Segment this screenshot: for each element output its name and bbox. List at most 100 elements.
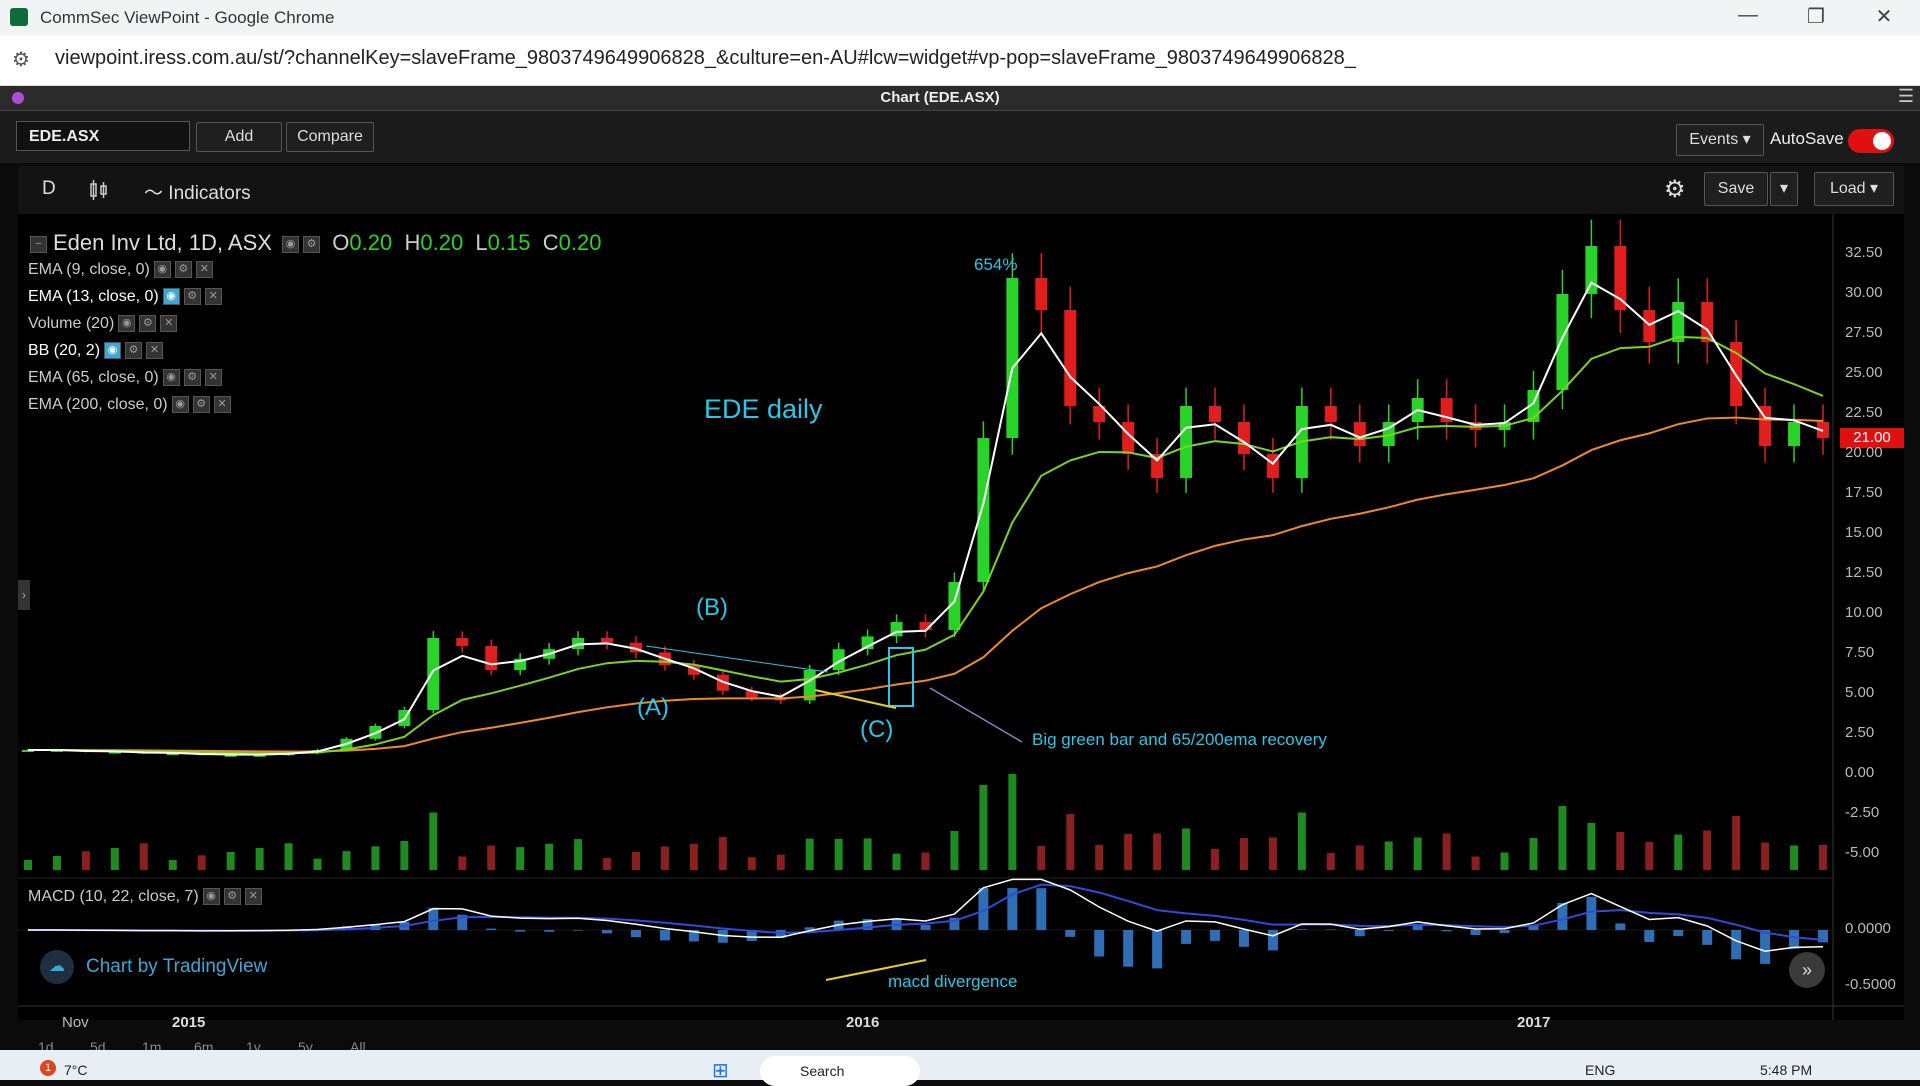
wave-a-label: (A) [637, 694, 669, 722]
volume-bar [1443, 834, 1451, 871]
app-header: Chart (EDE.ASX) ☰ [0, 86, 1920, 111]
macd-tick: -0.5000 [1845, 976, 1896, 993]
legend-eye-icon[interactable]: ◉ [282, 236, 299, 253]
symbol-input[interactable]: EDE.ASX [16, 121, 190, 151]
indicator-ema200[interactable]: EMA (200, close, 0)◉⚙✕ [28, 396, 231, 414]
language-indicator[interactable]: ENG [1585, 1062, 1615, 1078]
candle-style-icon[interactable] [88, 178, 110, 208]
indicator-macd[interactable]: MACD (10, 22, close, 7)◉⚙✕ [28, 888, 262, 906]
weather-widget[interactable]: 7°C [64, 1062, 88, 1078]
price-chart-svg[interactable] [18, 214, 1904, 1020]
close-icon[interactable]: ✕ [160, 315, 177, 332]
taskbar-search[interactable]: Search [760, 1056, 920, 1086]
site-settings-icon[interactable]: ⚙ [12, 47, 30, 72]
volume-bar [922, 853, 930, 871]
close-icon[interactable]: ✕ [205, 369, 222, 386]
y-tick-label: 12.50 [1845, 564, 1883, 581]
close-icon[interactable]: ✕ [196, 261, 213, 278]
indicator-label: MACD (10, 22, close, 7) [28, 888, 199, 905]
indicator-ema65[interactable]: EMA (65, close, 0)◉⚙✕ [28, 369, 222, 387]
eye-icon[interactable]: ◉ [163, 369, 180, 386]
indicator-label: BB (20, 2) [28, 342, 100, 359]
gear-icon[interactable]: ⚙ [224, 888, 241, 905]
percent-annotation: 654% [974, 255, 1017, 275]
volume-bar [1124, 834, 1132, 870]
gear-icon[interactable]: ⚙ [184, 369, 201, 386]
y-tick-label: 22.50 [1845, 404, 1883, 421]
close-icon[interactable]: ✕ [245, 888, 262, 905]
events-dropdown[interactable]: Events ▾ [1676, 124, 1764, 156]
indicators-button[interactable]: 〜 Indicators [144, 178, 251, 205]
eye-icon[interactable]: ◉ [172, 396, 189, 413]
volume-bar [1211, 849, 1219, 870]
save-options-button[interactable]: ▾ [1770, 172, 1798, 206]
macd-histogram-bar [573, 930, 583, 931]
volume-bar [893, 854, 901, 870]
minimize-button[interactable]: — [1728, 4, 1768, 27]
chart-toolbar: D 〜 Indicators ⚙ Save ▾ Load ▾ [18, 166, 1904, 215]
macd-divergence-annotation: macd divergence [888, 972, 1017, 992]
save-button[interactable]: Save [1704, 172, 1768, 206]
low-value: 0.15 [488, 230, 531, 255]
taskbar-clock[interactable]: 5:48 PM [1760, 1062, 1812, 1078]
settings-gear-icon[interactable]: ⚙ [1664, 175, 1686, 204]
volume-bar [1674, 835, 1682, 871]
macd-signal-line [28, 885, 1823, 940]
wave-trendline [646, 646, 828, 672]
volume-bar [1819, 845, 1827, 870]
gear-icon[interactable]: ⚙ [125, 342, 142, 359]
collapse-legend-icon[interactable]: − [30, 236, 47, 253]
legend-gear-icon[interactable]: ⚙ [303, 236, 320, 253]
candle-body [1643, 310, 1655, 342]
volume-bar [458, 857, 466, 871]
add-button[interactable]: Add [196, 122, 282, 152]
hamburger-menu-icon[interactable]: ☰ [1898, 86, 1914, 107]
eye-icon[interactable]: ◉ [203, 888, 220, 905]
indicator-volume[interactable]: Volume (20)◉⚙✕ [28, 315, 177, 333]
gear-icon[interactable]: ⚙ [193, 396, 210, 413]
volume-bar [1414, 838, 1422, 871]
x-tick-label: Nov [62, 1014, 89, 1031]
wave-c-trendline [815, 690, 896, 708]
gear-icon[interactable]: ⚙ [184, 288, 201, 305]
autosave-toggle[interactable] [1848, 129, 1894, 153]
macd-histogram-bar [660, 930, 670, 940]
candle-body [1788, 422, 1800, 446]
indicator-ema9[interactable]: EMA (9, close, 0)◉⚙✕ [28, 261, 213, 279]
volume-bar [1472, 857, 1480, 871]
side-panel-handle[interactable]: › [18, 580, 30, 610]
close-icon[interactable]: ✕ [146, 342, 163, 359]
indicator-bb[interactable]: BB (20, 2)◉⚙✕ [28, 342, 163, 360]
compare-button[interactable]: Compare [286, 122, 374, 152]
volume-bar [1732, 816, 1740, 870]
close-icon[interactable]: ✕ [205, 288, 222, 305]
eye-icon[interactable]: ◉ [104, 342, 121, 359]
address-bar: ⚙ viewpoint.iress.com.au/st/?channelKey=… [0, 35, 1920, 86]
scroll-to-latest-button[interactable]: » [1789, 952, 1825, 988]
interval-button[interactable]: D [42, 178, 56, 200]
restore-button[interactable]: ❐ [1796, 4, 1836, 29]
y-tick-label: 25.00 [1845, 364, 1883, 381]
eye-icon[interactable]: ◉ [163, 288, 180, 305]
annotation-arrow [930, 688, 1022, 742]
gear-icon[interactable]: ⚙ [175, 261, 192, 278]
chart-window-title: Chart (EDE.ASX) [0, 89, 1880, 106]
gear-icon[interactable]: ⚙ [139, 315, 156, 332]
macd-histogram-bar [921, 925, 931, 930]
indicator-ema13[interactable]: EMA (13, close, 0)◉⚙✕ [28, 288, 222, 306]
volume-bar [690, 844, 698, 870]
eye-icon[interactable]: ◉ [154, 261, 171, 278]
volume-bar [1587, 823, 1595, 870]
url-field[interactable]: viewpoint.iress.com.au/st/?channelKey=sl… [55, 47, 1356, 70]
close-button[interactable]: ✕ [1864, 4, 1904, 29]
tradingview-brand[interactable]: ☁Chart by TradingView [40, 950, 267, 984]
close-icon[interactable]: ✕ [214, 396, 231, 413]
load-dropdown[interactable]: Load ▾ [1814, 172, 1894, 206]
chart-area[interactable] [18, 214, 1904, 1020]
macd-histogram-bar [486, 929, 496, 930]
chart-heading-annotation: EDE daily [704, 394, 823, 425]
volume-bar [835, 839, 843, 870]
windows-start-icon[interactable]: ⊞ [712, 1058, 729, 1083]
symbol-description: Eden Inv Ltd, 1D, ASX [53, 230, 272, 255]
eye-icon[interactable]: ◉ [118, 315, 135, 332]
